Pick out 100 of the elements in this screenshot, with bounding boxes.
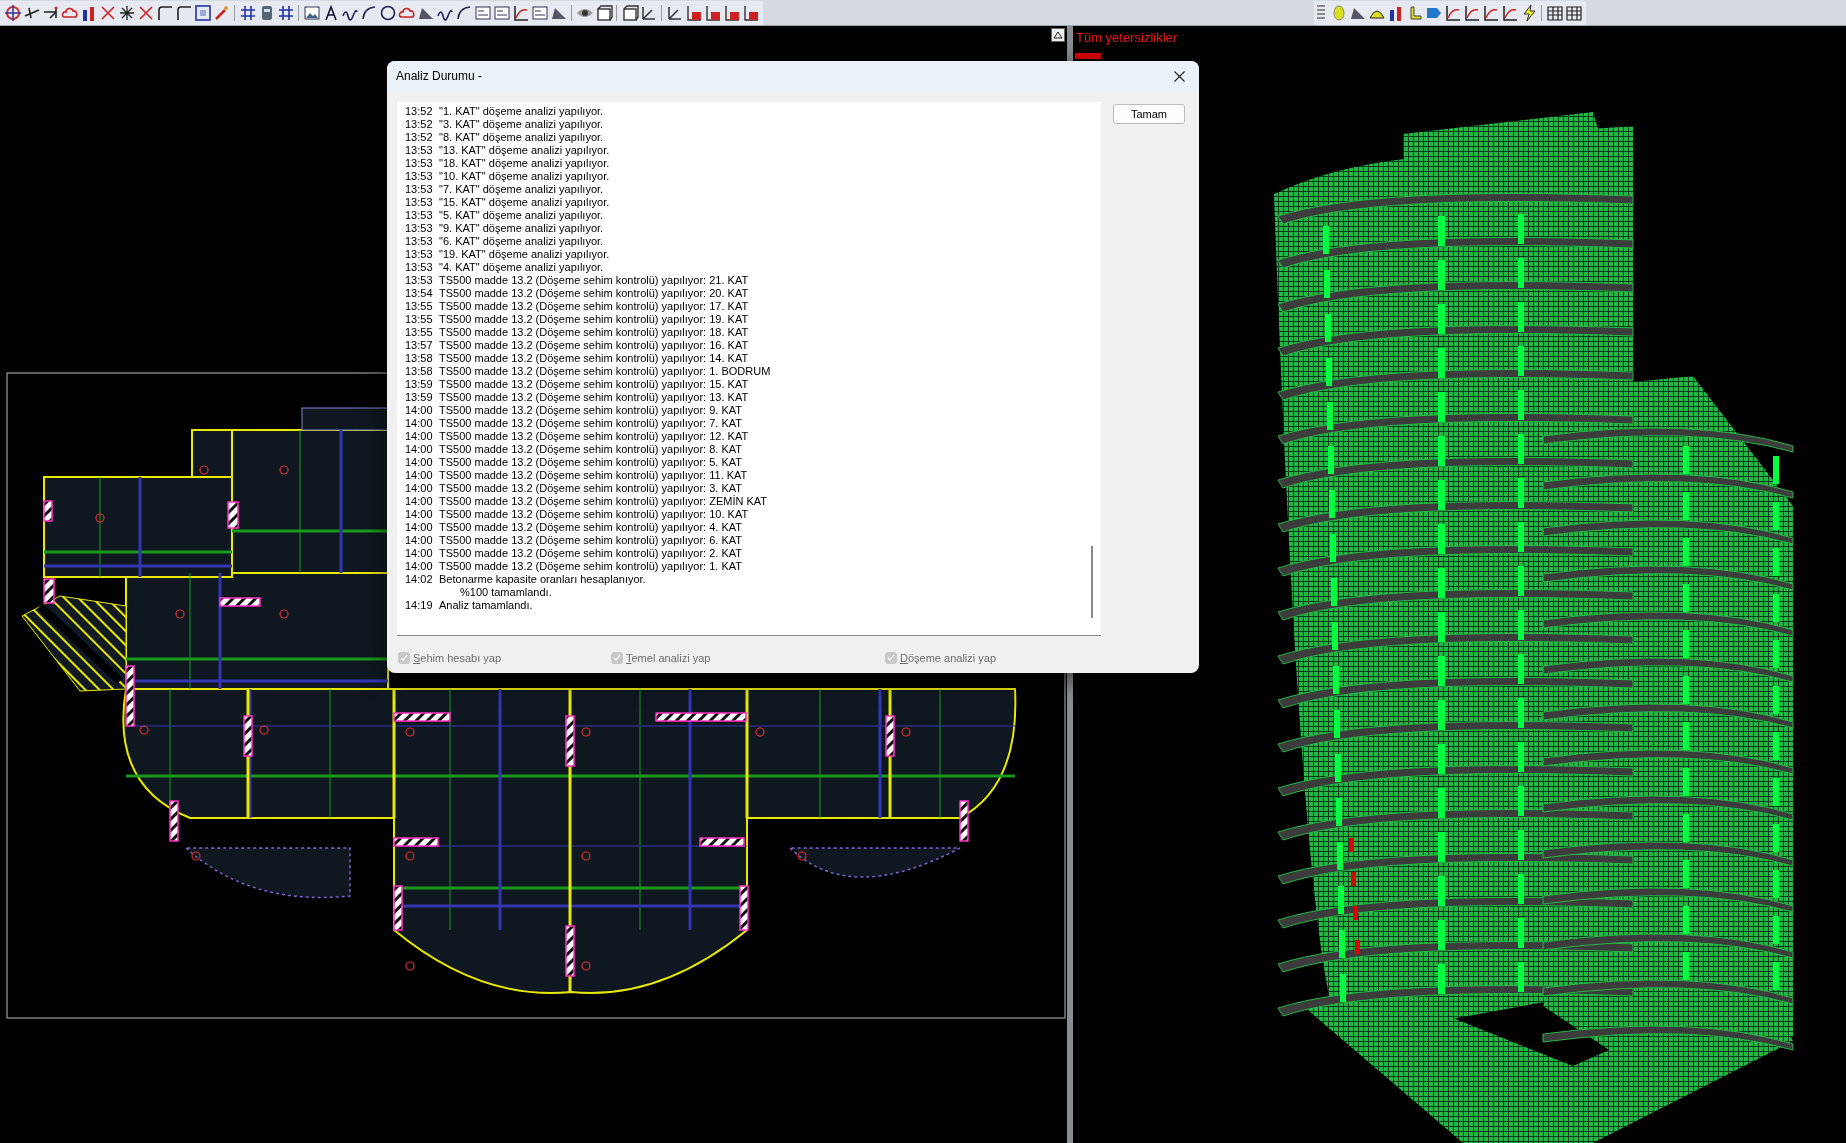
- log-time: 13:53: [405, 157, 434, 170]
- log-time: 14:00: [405, 547, 434, 560]
- log-message: "7. KAT" döşeme analizi yapılıyor.: [439, 183, 604, 196]
- log-time: 13:53: [405, 144, 434, 157]
- log-time: 13:53: [405, 183, 434, 196]
- log-time: 13:54: [405, 287, 434, 300]
- corner-icon[interactable]: [155, 3, 174, 22]
- log-message: TS500 madde 13.2 (Döşeme sehim kontrolü) yapılıyor: 15. KAT: [439, 378, 749, 391]
- log-message: TS500 madde 13.2 (Döşeme sehim kontrolü) yapılıyor: 16. KAT: [439, 339, 749, 352]
- log-time: 14:00: [405, 443, 434, 456]
- log-time: 13:57: [405, 339, 434, 352]
- log-message: "9. KAT" döşeme analizi yapılıyor.: [439, 222, 604, 235]
- status-marker: [1075, 53, 1101, 59]
- log-time: 13:55: [405, 326, 434, 339]
- xy-axis-icon[interactable]: [722, 3, 741, 22]
- chart-icon[interactable]: [1500, 3, 1519, 22]
- star-icon[interactable]: [117, 3, 136, 22]
- table-icon[interactable]: [1564, 3, 1583, 22]
- log-message: TS500 madde 13.2 (Döşeme sehim kontrolü) yapılıyor: 14. KAT: [439, 352, 749, 365]
- scroll-up-icon[interactable]: [1051, 28, 1065, 42]
- log-time: 13:52: [405, 105, 434, 118]
- log-time: 13:53: [405, 196, 434, 209]
- log-message: TS500 madde 13.2 (Döşeme sehim kontrolü) yapılıyor: 3. KAT: [439, 482, 743, 495]
- log-time: 14:00: [405, 469, 434, 482]
- log-time: 14:00: [405, 534, 434, 547]
- log-message: %100 tamamlandı.: [460, 586, 552, 599]
- dimension-icon[interactable]: [530, 3, 549, 22]
- checkbox-label: Sehim hesabı yap: [413, 652, 502, 664]
- log-time: 14:00: [405, 456, 434, 469]
- corner-icon[interactable]: [174, 3, 193, 22]
- log-time: 14:00: [405, 508, 434, 521]
- log-time: 14:00: [405, 560, 434, 573]
- grid-icon[interactable]: [238, 3, 257, 22]
- xy-axis-icon[interactable]: [684, 3, 703, 22]
- log-time: 14:19: [405, 599, 434, 612]
- image-icon[interactable]: [302, 3, 321, 22]
- log-message: "3. KAT" döşeme analizi yapılıyor.: [439, 118, 604, 131]
- log-message: TS500 madde 13.2 (Döşeme sehim kontrolü) yapılıyor: 7. KAT: [439, 417, 743, 430]
- log-message: "15. KAT" döşeme analizi yapılıyor.: [439, 196, 610, 209]
- arc-icon[interactable]: [454, 3, 473, 22]
- log-message: TS500 madde 13.2 (Döşeme sehim kontrolü) yapılıyor: ZEMİN KAT: [439, 495, 768, 508]
- grid-icon[interactable]: [276, 3, 295, 22]
- box-icon[interactable]: [620, 3, 639, 22]
- log-time: 13:52: [405, 131, 434, 144]
- checkbox-label: Temel analizi yap: [626, 652, 711, 664]
- log-message: TS500 madde 13.2 (Döşeme sehim kontrolü) yapılıyor: 12. KAT: [439, 430, 749, 443]
- log-message: TS500 madde 13.2 (Döşeme sehim kontrolü) yapılıyor: 20. KAT: [439, 287, 749, 300]
- xy-axis-icon[interactable]: [741, 3, 760, 22]
- log-message: TS500 madde 13.2 (Döşeme sehim kontrolü) yapılıyor: 9. KAT: [439, 404, 743, 417]
- log-message: "13. KAT" döşeme analizi yapılıyor.: [439, 144, 610, 157]
- log-time: 14:00: [405, 404, 434, 417]
- log-time: 13:53: [405, 261, 434, 274]
- log-time: 13:53: [405, 235, 434, 248]
- frame-icon[interactable]: [193, 3, 212, 22]
- log-time: 13:53: [405, 170, 434, 183]
- log-time: 13:52: [405, 118, 434, 131]
- log-message: "6. KAT" döşeme analizi yapılıyor.: [439, 235, 604, 248]
- log-message: TS500 madde 13.2 (Döşeme sehim kontrolü) yapılıyor: 8. KAT: [439, 443, 743, 456]
- log-time: 14:00: [405, 495, 434, 508]
- log-message: "1. KAT" döşeme analizi yapılıyor.: [439, 105, 604, 118]
- ok-button[interactable]: Tamam: [1113, 104, 1185, 124]
- log-message: TS500 madde 13.2 (Döşeme sehim kontrolü) yapılıyor: 17. KAT: [439, 300, 749, 313]
- log-message: TS500 madde 13.2 (Döşeme sehim kontrolü) yapılıyor: 11. KAT: [439, 469, 748, 482]
- log-message: TS500 madde 13.2 (Döşeme sehim kontrolü) yapılıyor: 2. KAT: [439, 547, 743, 560]
- chart-icon[interactable]: [511, 3, 530, 22]
- arc-icon[interactable]: [359, 3, 378, 22]
- log-message: TS500 madde 13.2 (Döşeme sehim kontrolü) yapılıyor: 10. KAT: [439, 508, 749, 521]
- close-icon[interactable]: [1173, 70, 1185, 82]
- log-time: 13:58: [405, 352, 434, 365]
- log-message: "5. KAT" döşeme analizi yapılıyor.: [439, 209, 604, 222]
- box-icon[interactable]: [594, 3, 613, 22]
- chart-icon[interactable]: [1462, 3, 1481, 22]
- scrollbar-thumb[interactable]: [1091, 546, 1093, 618]
- log-message: Analiz tamamlandı.: [439, 599, 533, 612]
- log-message: TS500 madde 13.2 (Döşeme sehim kontrolü) yapılıyor: 19. KAT: [439, 313, 749, 326]
- log-time: 13:58: [405, 365, 434, 378]
- dialog-title: Analiz Durumu -: [396, 69, 483, 83]
- log-time: 13:55: [405, 300, 434, 313]
- cross-icon[interactable]: [136, 3, 155, 22]
- log-message: TS500 madde 13.2 (Döşeme sehim kontrolü) yapılıyor: 18. KAT: [439, 326, 749, 339]
- log-time: 13:53: [405, 248, 434, 261]
- log-time: 13:59: [405, 378, 434, 391]
- target-icon[interactable]: [3, 3, 22, 22]
- circle-icon[interactable]: [378, 3, 397, 22]
- log-message: "10. KAT" döşeme analizi yapılıyor.: [439, 170, 610, 183]
- log-message: TS500 madde 13.2 (Döşeme sehim kontrolü) yapılıyor: 1. KAT: [439, 560, 743, 573]
- toolbar-grip[interactable]: [1317, 4, 1325, 21]
- log-time: 13:53: [405, 222, 434, 235]
- dimension-icon[interactable]: [492, 3, 511, 22]
- cross-icon[interactable]: [98, 3, 117, 22]
- checkbox-label: Döşeme analizi yap: [900, 652, 996, 664]
- log-message: TS500 madde 13.2 (Döşeme sehim kontrolü) yapılıyor: 6. KAT: [439, 534, 743, 547]
- log-message: TS500 madde 13.2 (Döşeme sehim kontrolü) yapılıyor: 4. KAT: [439, 521, 743, 534]
- log-time: 14:00: [405, 521, 434, 534]
- xy-axis-icon[interactable]: [703, 3, 722, 22]
- chart-icon[interactable]: [1443, 3, 1462, 22]
- log-time: 14:00: [405, 430, 434, 443]
- table-icon[interactable]: [1545, 3, 1564, 22]
- chart-icon[interactable]: [1481, 3, 1500, 22]
- log-time: 14:00: [405, 482, 434, 495]
